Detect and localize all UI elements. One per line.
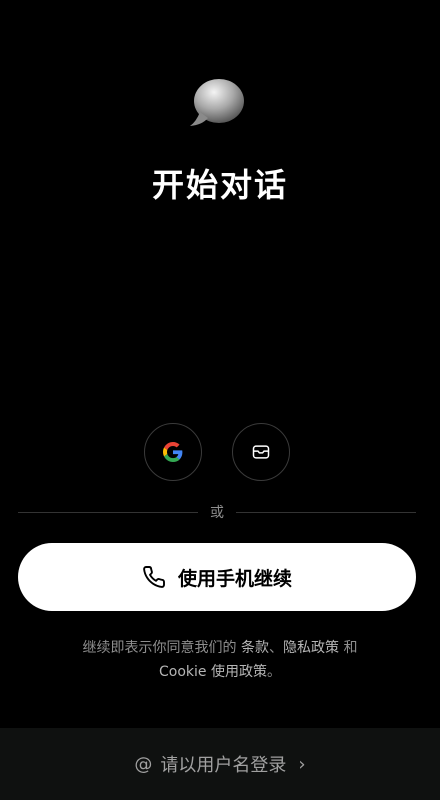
or-divider: 或 [18, 502, 416, 522]
username-login-button[interactable]: @ 请以用户名登录 › [0, 728, 440, 800]
terms-and: 和 [339, 640, 358, 656]
privacy-policy-link[interactable]: 隐私政策 [283, 640, 339, 656]
mail-icon [252, 445, 270, 459]
at-icon: @ [134, 753, 153, 775]
chevron-right-icon: › [298, 753, 306, 775]
google-login-button[interactable] [144, 423, 202, 481]
phone-icon [143, 566, 165, 588]
terms-suffix: 。 [266, 664, 281, 680]
terms-link[interactable]: 条款 [241, 640, 269, 656]
divider-line-right [236, 511, 416, 513]
cookie-policy-link[interactable]: Cookie 使用政策 [159, 664, 267, 680]
terms-notice: 继续即表示你同意我们的 条款、隐私政策 和 Cookie 使用政策。 [20, 636, 420, 684]
continue-with-phone-label: 使用手机继续 [177, 567, 292, 590]
divider-text: 或 [210, 505, 224, 521]
terms-separator: 、 [269, 640, 283, 656]
page-title: 开始对话 [151, 166, 288, 204]
email-login-button[interactable] [232, 423, 290, 481]
chat-bubble-icon [188, 78, 246, 130]
google-g-icon [163, 442, 183, 462]
continue-with-phone-button[interactable]: 使用手机继续 [18, 543, 416, 611]
terms-prefix: 继续即表示你同意我们的 [82, 640, 241, 656]
divider-line-left [18, 511, 198, 513]
username-login-label: 请以用户名登录 [160, 755, 287, 776]
